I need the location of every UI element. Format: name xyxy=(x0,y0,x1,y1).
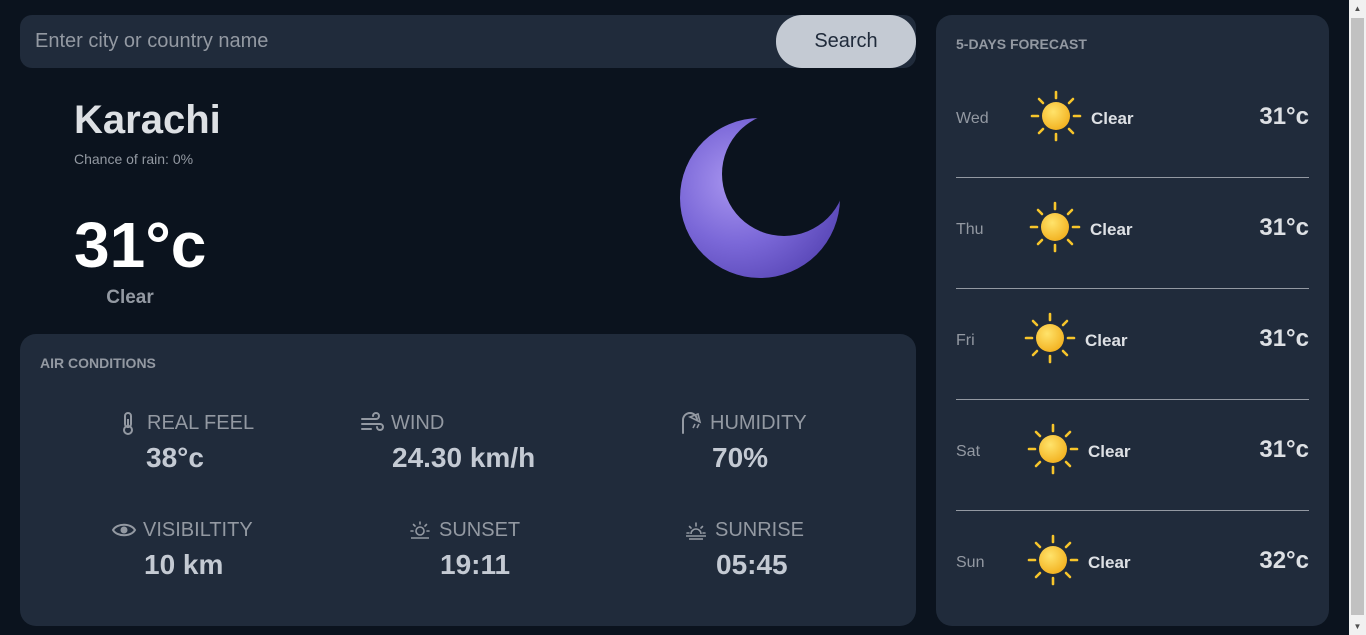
forecast-condition: Clear xyxy=(1088,442,1131,461)
scroll-down-arrow-icon[interactable]: ▼ xyxy=(1349,618,1366,635)
forecast-condition: Clear xyxy=(1091,109,1134,128)
scroll-thumb[interactable] xyxy=(1351,18,1364,615)
metric-value: 24.30 km/h xyxy=(392,442,536,473)
forecast-day: Fri xyxy=(956,332,975,349)
humidity-icon xyxy=(682,412,702,434)
forecast-day: Sat xyxy=(956,443,981,460)
current-condition: Clear xyxy=(106,287,154,308)
forecast-panel: 5-DAYS FORECAST Wed Clear 31°c Thu Clear… xyxy=(936,15,1329,626)
thermometer-icon xyxy=(123,412,133,435)
metric-visibility: VISIBILTITY 10 km xyxy=(111,517,253,581)
forecast-row: Wed Clear 31°c xyxy=(956,67,1309,178)
search-button[interactable]: Search xyxy=(776,15,916,68)
metric-value: 70% xyxy=(712,442,769,473)
metric-label: REAL FEEL xyxy=(147,411,255,434)
forecast-day: Wed xyxy=(956,110,989,127)
metric-label: SUNRISE xyxy=(715,518,804,541)
air-conditions-panel: AIR CONDITIONS REAL FEEL 38°c WIND 24.30… xyxy=(20,334,916,626)
scroll-up-arrow-icon[interactable]: ▲ xyxy=(1349,0,1366,17)
metric-label: SUNSET xyxy=(439,518,521,541)
metric-humidity: HUMIDITY 70% xyxy=(678,410,807,474)
sunset-icon xyxy=(410,521,430,539)
moon-icon xyxy=(680,118,840,278)
scrollbar[interactable]: ▲ ▼ xyxy=(1349,0,1366,635)
metric-sunrise: SUNRISE 05:45 xyxy=(683,517,804,581)
sun-icon xyxy=(1030,90,1082,142)
metric-label: WIND xyxy=(391,411,445,434)
forecast-temperature: 31°c xyxy=(1259,436,1309,463)
forecast-row: Thu Clear 31°c xyxy=(956,178,1309,289)
forecast-temperature: 31°c xyxy=(1259,103,1309,130)
weather-app: Search Karachi Chance of rain: 0% 31°c C… xyxy=(0,0,1366,635)
sunrise-icon xyxy=(686,522,706,540)
metric-value: 19:11 xyxy=(440,549,511,580)
search-input[interactable] xyxy=(20,15,776,68)
forecast-row: Fri Clear 31°c xyxy=(956,289,1309,400)
metric-label: HUMIDITY xyxy=(710,411,807,434)
forecast-row: Sun Clear 32°c xyxy=(956,511,1309,622)
metric-value: 38°c xyxy=(146,442,204,473)
forecast-temperature: 31°c xyxy=(1259,214,1309,241)
wind-icon xyxy=(361,412,384,431)
air-conditions-title: AIR CONDITIONS xyxy=(40,355,156,371)
forecast-condition: Clear xyxy=(1090,220,1133,239)
eye-icon xyxy=(111,523,137,537)
forecast-condition: Clear xyxy=(1085,331,1128,350)
search-bar: Search xyxy=(20,15,916,68)
forecast-condition: Clear xyxy=(1088,553,1131,572)
metric-real-feel: REAL FEEL 38°c xyxy=(115,410,254,474)
metric-value: 05:45 xyxy=(716,549,788,580)
metric-label: VISIBILTITY xyxy=(143,518,253,541)
metric-value: 10 km xyxy=(144,549,224,580)
forecast-day: Sun xyxy=(956,554,985,571)
current-temperature: 31°c xyxy=(74,209,207,281)
forecast-temperature: 32°c xyxy=(1259,547,1309,574)
rain-chance: Chance of rain: 0% xyxy=(74,151,194,167)
metric-wind: WIND 24.30 km/h xyxy=(359,410,535,474)
sun-icon xyxy=(1024,312,1076,364)
forecast-title: 5-DAYS FORECAST xyxy=(956,36,1087,52)
forecast-day: Thu xyxy=(956,221,984,238)
sun-icon xyxy=(1027,423,1079,475)
metric-sunset: SUNSET 19:11 xyxy=(407,517,520,581)
forecast-row: Sat Clear 31°c xyxy=(956,400,1309,511)
sun-icon xyxy=(1029,201,1081,253)
sun-icon xyxy=(1027,534,1079,586)
forecast-temperature: 31°c xyxy=(1259,325,1309,352)
city-name: Karachi xyxy=(74,98,221,142)
